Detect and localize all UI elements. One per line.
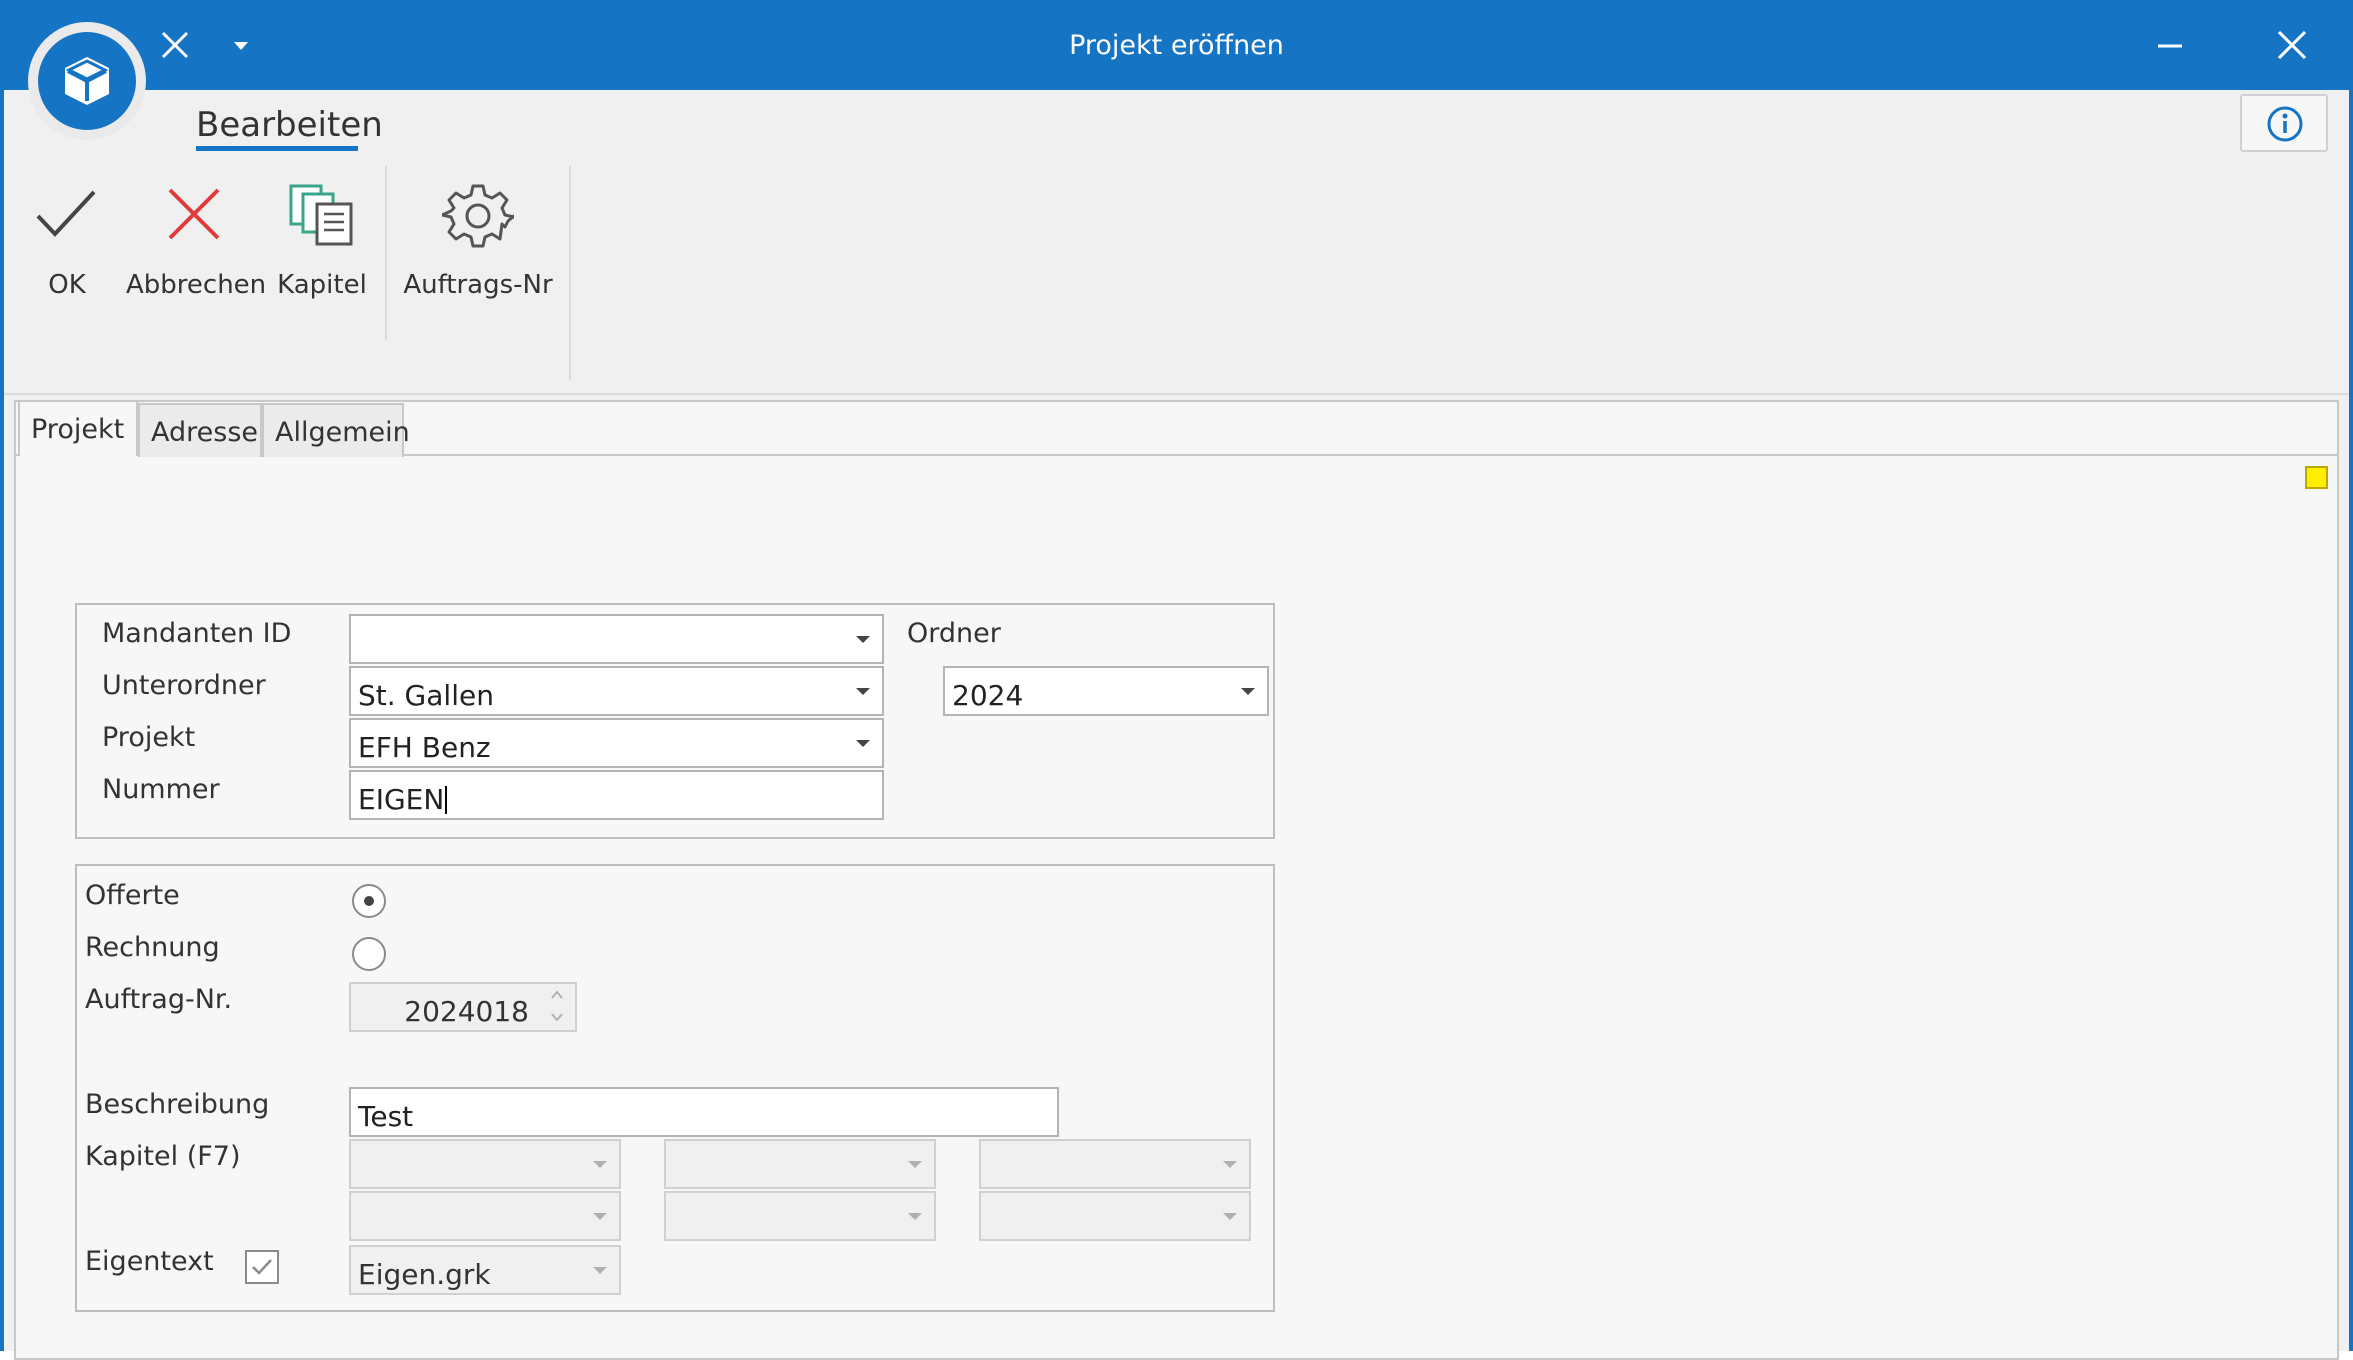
spinner-arrows-icon[interactable] [549, 988, 565, 1024]
gear-icon [442, 184, 514, 248]
kapitel-combobox-4[interactable] [349, 1191, 621, 1241]
ribbon-separator [385, 166, 387, 340]
chevron-down-icon[interactable] [856, 740, 870, 747]
chevron-down-icon[interactable] [1241, 688, 1255, 695]
kapitel-combobox-6[interactable] [979, 1191, 1251, 1241]
nummer-label: Nummer [102, 774, 220, 805]
auftrag-nr-label: Auftrag-Nr. [85, 984, 233, 1015]
ordner-label: Ordner [907, 618, 1001, 649]
close-icon[interactable] [160, 30, 190, 60]
eigentext-checkbox[interactable] [245, 1250, 279, 1284]
chevron-down-icon[interactable] [856, 688, 870, 695]
ribbon-tab-underline [196, 146, 358, 151]
unterordner-label: Unterordner [102, 670, 266, 701]
projekt-label: Projekt [102, 722, 196, 753]
eigentext-label: Eigentext [85, 1246, 214, 1277]
cancel-button[interactable]: Abbrechen [126, 178, 267, 308]
nummer-value: EIGEN [358, 783, 445, 816]
rechnung-radio[interactable] [352, 937, 386, 971]
kapitel-combobox-1[interactable] [349, 1139, 621, 1189]
mandanten-id-label: Mandanten ID [102, 618, 292, 649]
nummer-input[interactable]: EIGEN [349, 770, 884, 820]
kapitel-combobox-5[interactable] [664, 1191, 936, 1241]
kapitel-label: Kapitel (F7) [85, 1141, 241, 1172]
beschreibung-label: Beschreibung [85, 1089, 270, 1120]
chapter-label: Kapitel [277, 270, 367, 300]
auftrag-nr-spinner[interactable]: 2024018 [349, 982, 577, 1032]
cancel-label: Abbrechen [126, 270, 267, 300]
chevron-down-icon[interactable] [856, 636, 870, 643]
info-icon [2267, 106, 2303, 142]
projekt-combobox[interactable]: EFH Benz [349, 718, 884, 768]
tab-projekt[interactable]: Projekt [18, 400, 138, 456]
checkmark-icon [252, 1259, 272, 1275]
rechnung-label: Rechnung [85, 932, 220, 963]
chevron-down-icon[interactable] [232, 40, 250, 52]
documents-icon [289, 184, 353, 246]
order-number-button[interactable]: Auftrags-Nr [400, 178, 556, 308]
app-menu-button[interactable] [28, 22, 146, 140]
cube-icon [65, 57, 109, 105]
chapter-button[interactable]: Kapitel [272, 178, 372, 308]
ribbon-separator [569, 166, 571, 380]
kapitel-combobox-2[interactable] [664, 1139, 936, 1189]
kapitel-combobox-3[interactable] [979, 1139, 1251, 1189]
window-title: Projekt eröffnen [1069, 30, 1284, 61]
close-icon[interactable] [2276, 29, 2308, 61]
ordner-combobox[interactable]: 2024 [943, 666, 1269, 716]
ok-button[interactable]: OK [22, 178, 112, 308]
eigentext-combobox[interactable]: Eigen.grk [349, 1245, 621, 1295]
checkmark-icon [36, 190, 96, 237]
mandanten-id-combobox[interactable] [349, 614, 884, 664]
offerte-label: Offerte [85, 880, 180, 911]
beschreibung-input[interactable]: Test [349, 1087, 1059, 1137]
tab-allgemein[interactable]: Allgemein [262, 403, 410, 457]
cross-icon [168, 188, 220, 240]
order-number-label: Auftrags-Nr [403, 270, 553, 300]
unterordner-combobox[interactable]: St. Gallen [349, 666, 884, 716]
ok-label: OK [48, 270, 86, 300]
text-cursor [445, 786, 448, 814]
info-button[interactable] [2240, 94, 2328, 152]
ribbon-tab-bearbeiten[interactable]: Bearbeiten [196, 108, 383, 142]
tab-adresse[interactable]: Adresse [138, 403, 262, 457]
offerte-radio[interactable] [352, 884, 386, 918]
minimize-icon[interactable] [2155, 30, 2185, 60]
eigentext-value: Eigen.grk [358, 1258, 491, 1291]
status-indicator [2305, 466, 2328, 489]
